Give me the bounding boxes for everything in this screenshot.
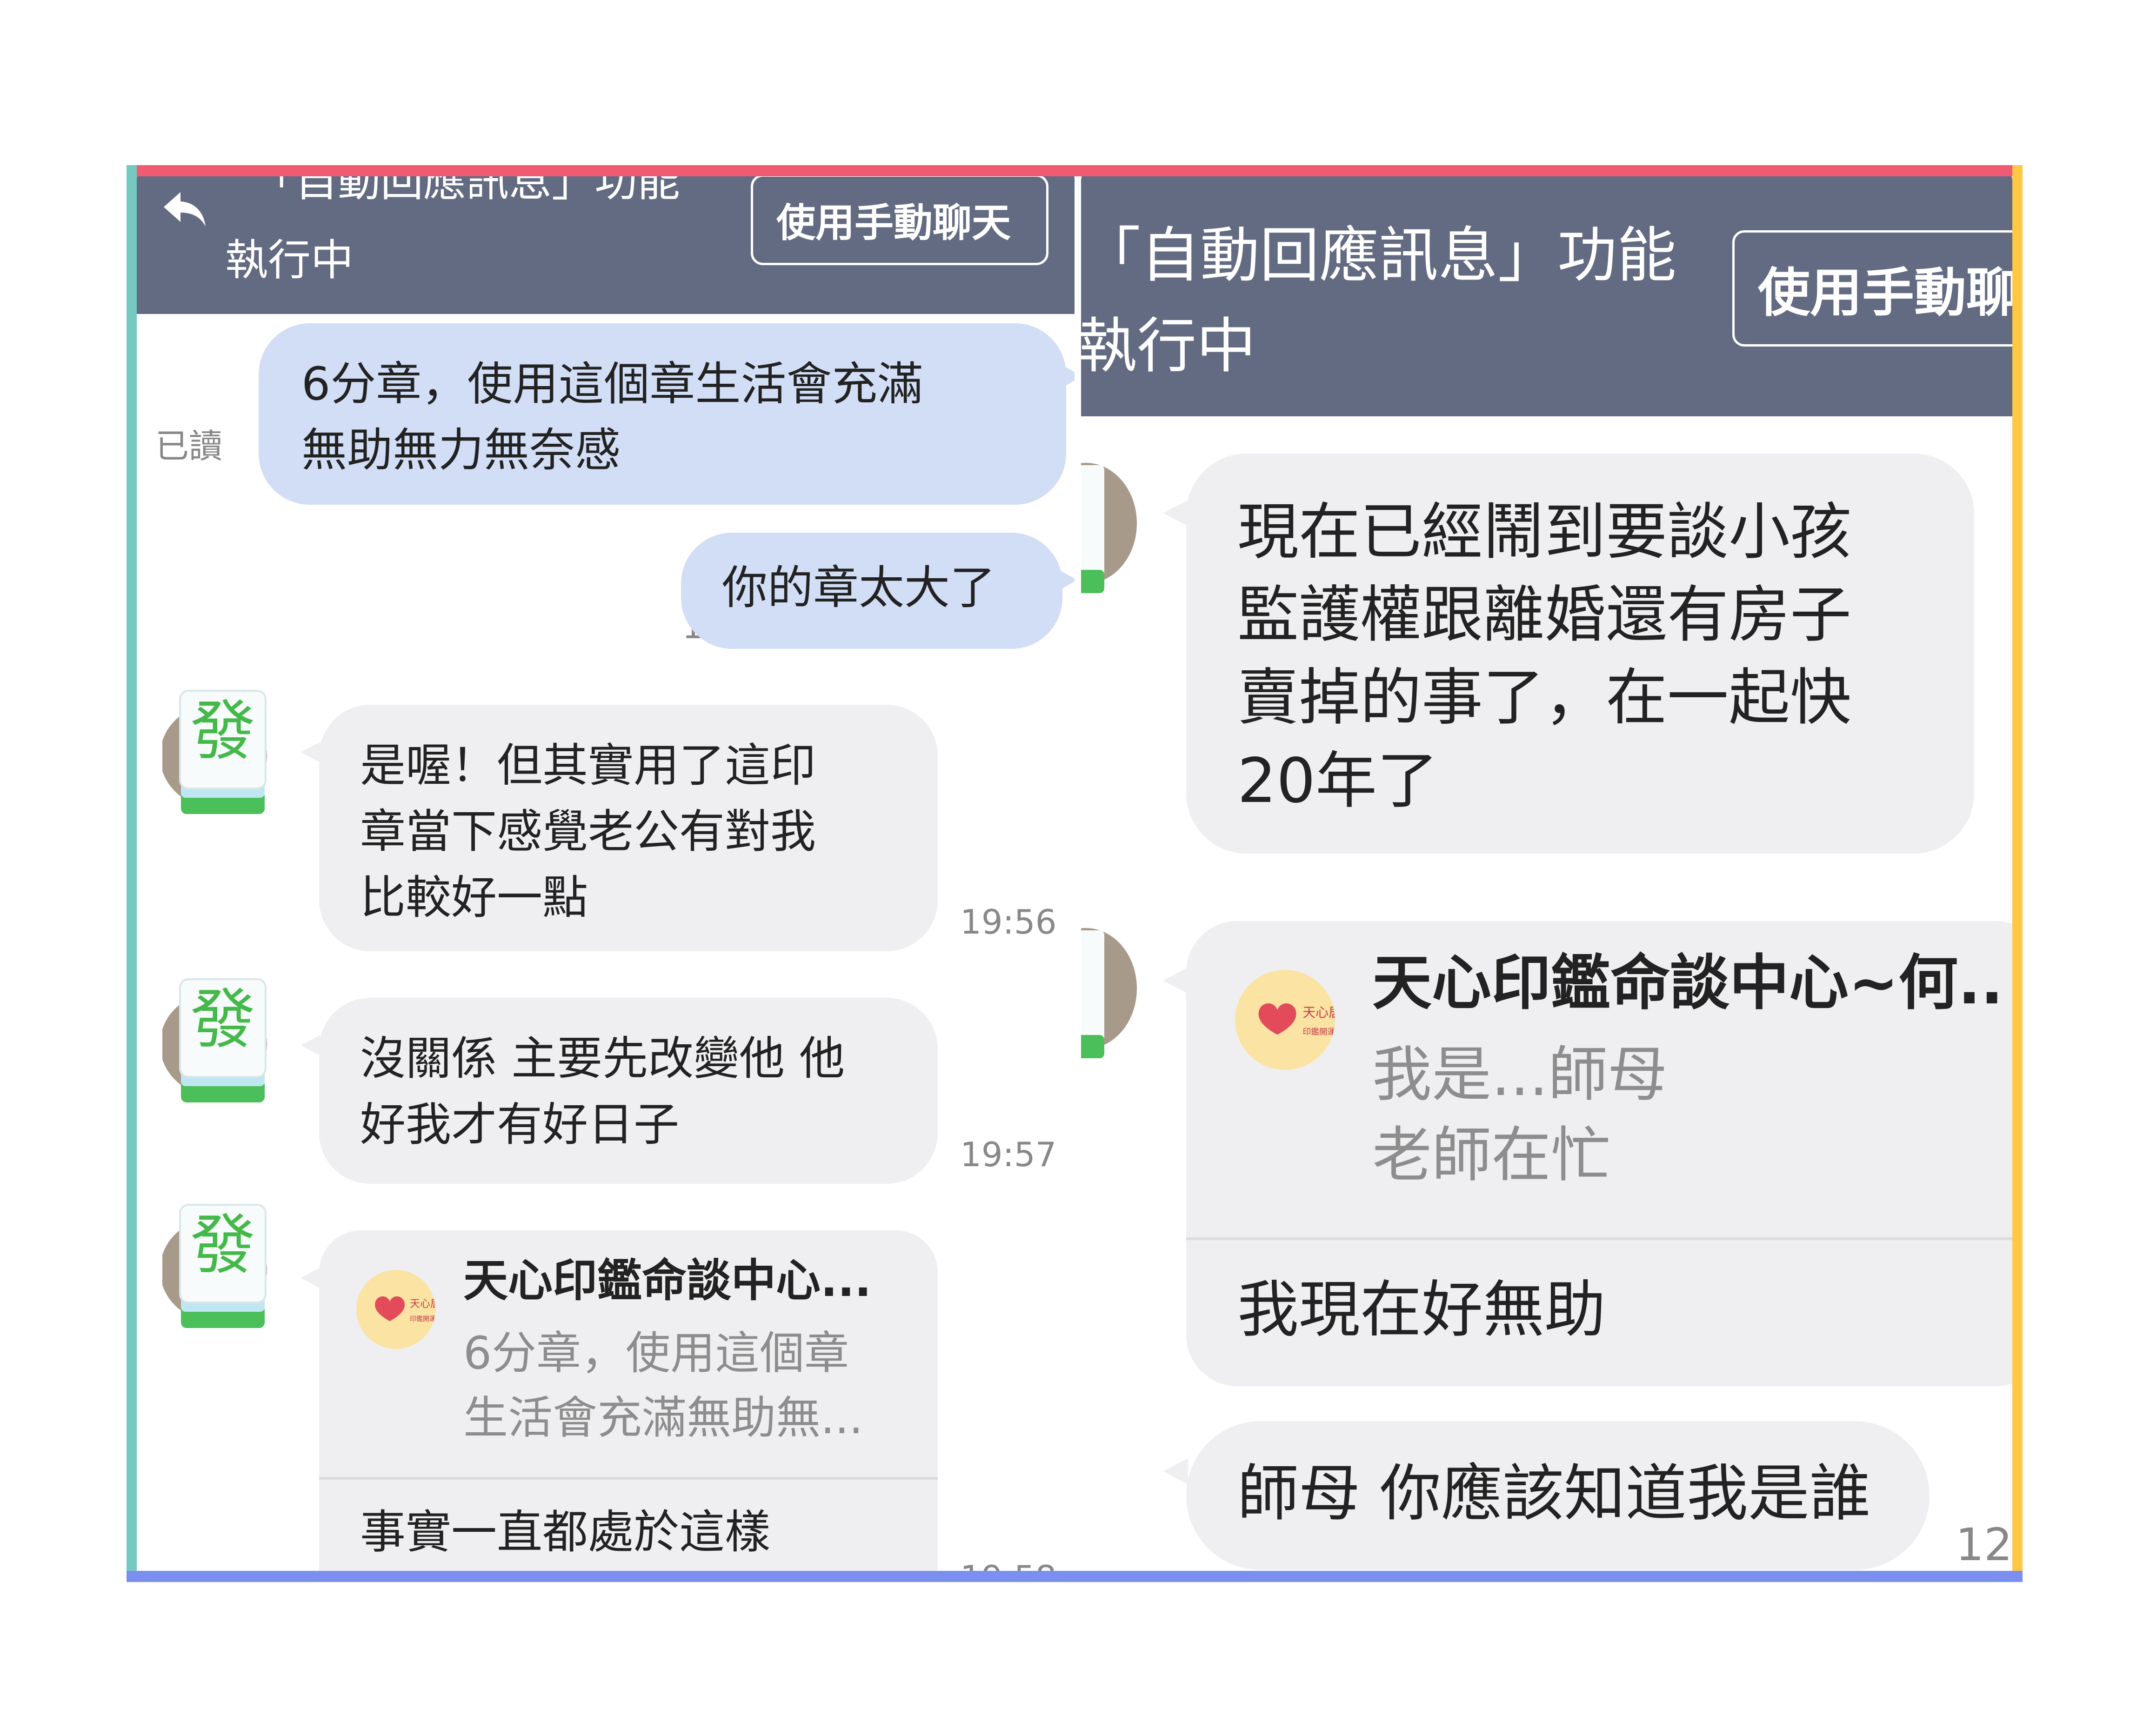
heart-logo-icon: 天心居 印鑑開運 bbox=[356, 1270, 435, 1349]
quote-divider bbox=[1186, 1237, 2012, 1240]
bubble-tail bbox=[300, 742, 320, 762]
quote-divider bbox=[319, 1477, 938, 1480]
contact-avatar[interactable]: 發 bbox=[160, 1195, 283, 1335]
svg-text:印鑑開運: 印鑑開運 bbox=[410, 1315, 435, 1323]
message-text: 是喔！但其實用了這印 章當下感覺老公有對我 比較好一點 bbox=[360, 739, 816, 925]
message-bubble-reply: 天心居 印鑑開運 天心印鑑命談中心... 6分章，使用這個章 生活會充滿無助無.… bbox=[319, 1230, 938, 1582]
message-bubble-outgoing: 6分章，使用這個章生活會充滿 無助無力無奈感 bbox=[259, 323, 1066, 505]
frame-border-top bbox=[127, 165, 2023, 176]
message-text: 事實一直都處於這樣 bbox=[360, 1506, 771, 1559]
contact-avatar[interactable] bbox=[1081, 444, 1137, 612]
message-bubble-incoming: 師母 你應該知道我是誰 bbox=[1186, 1421, 1930, 1570]
bubble-tail bbox=[300, 1268, 320, 1288]
message-bubble-incoming: 現在已經鬧到要談小孩 監護權跟離婚還有房子 賣掉的事了，在一起快 20年了 bbox=[1186, 454, 1974, 854]
bubble-tail bbox=[1163, 1458, 1188, 1484]
frame-border-bottom bbox=[127, 1571, 2023, 1582]
manual-chat-button[interactable]: 使用手動聊天 bbox=[751, 174, 1048, 265]
message-bubble-outgoing: 你的章太大了 bbox=[681, 533, 1062, 649]
mahjong-tile-icon bbox=[1081, 463, 1137, 593]
contact-avatar[interactable] bbox=[1081, 909, 1137, 1077]
auto-reply-status-subtitle: 執行中 bbox=[225, 235, 354, 285]
chat-header: 「自動回應訊息」功能 執行中 使用手動聊天 bbox=[137, 165, 1075, 314]
quoted-sender-name: 天心印鑑命談中心~何.. bbox=[1372, 948, 2003, 1018]
message-text: 你的章太大了 bbox=[722, 561, 996, 614]
mahjong-tile-icon: 發 bbox=[160, 978, 267, 1102]
auto-reply-status-subtitle: 執行中 bbox=[1081, 312, 1256, 381]
quoted-sender-logo: 天心居 印鑑開運 bbox=[1235, 970, 1335, 1070]
left-chat-panel: 「自動回應訊息」功能 執行中 使用手動聊天 已讀 6分章，使用這個章生活會充滿 … bbox=[137, 165, 1075, 1582]
screenshot-collage: 「自動回應訊息」功能 執行中 使用手動聊天 已讀 6分章，使用這個章生活會充滿 … bbox=[127, 165, 2023, 1582]
contact-avatar[interactable]: 發 bbox=[160, 970, 283, 1109]
bubble-tail bbox=[1163, 968, 1188, 994]
message-time: 12 bbox=[1956, 1519, 2012, 1571]
auto-reply-status-title: 「自動回應訊息」功能 bbox=[1081, 221, 1677, 290]
message-text: 現在已經鬧到要談小孩 監護權跟離婚還有房子 賣掉的事了，在一起快 20年了 bbox=[1237, 496, 1851, 817]
message-text: 師母 你應該知道我是誰 bbox=[1237, 1458, 1871, 1529]
quoted-message-text: 6分章，使用這個章 生活會充滿無助無... bbox=[463, 1327, 863, 1444]
mahjong-tile-icon: 發 bbox=[160, 690, 267, 814]
bubble-tail bbox=[1059, 570, 1075, 590]
right-chat-panel: 「自動回應訊息」功能 執行中 使用手動聊 現在已經鬧到要談小孩 監護權跟離婚還有… bbox=[1081, 165, 2012, 1582]
quoted-sender-logo: 天心居 印鑑開運 bbox=[356, 1270, 435, 1349]
heart-logo-icon: 天心居 印鑑開運 bbox=[1235, 970, 1335, 1070]
frame-border-left bbox=[127, 165, 137, 1582]
message-bubble-reply: 天心居 印鑑開運 天心印鑑命談中心~何.. 我是...師母 老師在忙 我現在好無… bbox=[1186, 921, 2012, 1386]
read-receipt: 已讀 bbox=[155, 427, 223, 466]
bubble-tail bbox=[1062, 365, 1075, 387]
svg-text:天心居: 天心居 bbox=[410, 1298, 435, 1310]
svg-text:發: 發 bbox=[190, 694, 255, 769]
message-bubble-incoming: 沒關係 主要先改變他 他 好我才有好日子 bbox=[319, 998, 938, 1184]
svg-text:印鑑開運: 印鑑開運 bbox=[1302, 1027, 1335, 1037]
frame-border-right bbox=[2012, 165, 2023, 1582]
quoted-message-text: 我是...師母 老師在忙 bbox=[1372, 1040, 1668, 1190]
bubble-tail bbox=[300, 1035, 320, 1055]
message-text: 我現在好無助 bbox=[1237, 1274, 1606, 1346]
chat-header: 「自動回應訊息」功能 執行中 使用手動聊 bbox=[1081, 165, 2012, 416]
svg-text:發: 發 bbox=[190, 1208, 255, 1283]
quoted-sender-name: 天心印鑑命談中心... bbox=[463, 1255, 872, 1307]
message-text: 6分章，使用這個章生活會充滿 無助無力無奈感 bbox=[301, 358, 923, 477]
mahjong-tile-icon bbox=[1081, 928, 1137, 1058]
message-time: 19:56 bbox=[960, 902, 1057, 941]
mahjong-tile-icon: 發 bbox=[160, 1204, 267, 1328]
svg-text:發: 發 bbox=[190, 982, 255, 1058]
message-text: 沒關係 主要先改變他 他 好我才有好日子 bbox=[360, 1032, 845, 1152]
bubble-tail bbox=[1163, 500, 1188, 526]
back-arrow-icon[interactable] bbox=[159, 184, 210, 235]
message-bubble-incoming: 是喔！但其實用了這印 章當下感覺老公有對我 比較好一點 bbox=[319, 705, 938, 951]
manual-chat-button[interactable]: 使用手動聊 bbox=[1732, 230, 2012, 347]
contact-avatar[interactable]: 發 bbox=[160, 681, 283, 821]
message-time: 19:57 bbox=[960, 1135, 1057, 1174]
svg-text:天心居: 天心居 bbox=[1302, 1005, 1335, 1020]
